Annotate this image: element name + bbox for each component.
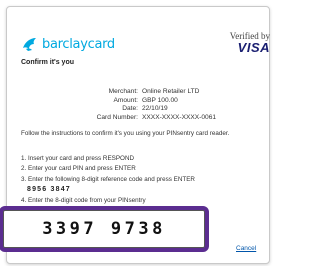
detail-value: 22/10/19 bbox=[142, 105, 168, 113]
detail-label: Date: bbox=[122, 105, 138, 113]
transaction-details: Merchant: Online Retailer LTD Amount: GB… bbox=[21, 88, 261, 123]
code-input-value: 3397 9738 bbox=[42, 219, 166, 239]
page-title: Confirm it's you bbox=[21, 59, 74, 66]
detail-label: Card Number: bbox=[96, 114, 138, 122]
detail-value: XXXX-XXXX-XXXX-0061 bbox=[142, 114, 217, 122]
reference-code: 8956 3847 bbox=[27, 186, 71, 194]
detail-row-merchant: Merchant: Online Retailer LTD bbox=[21, 88, 261, 97]
verified-by-visa-logo: Verified by VISA bbox=[200, 31, 270, 54]
detail-row-card-number: Card Number: XXXX-XXXX-XXXX-0061 bbox=[21, 114, 261, 123]
steps-list: 1. Insert your card and press RESPOND 2.… bbox=[21, 154, 259, 206]
cancel-link[interactable]: Cancel bbox=[236, 245, 256, 252]
step-item: 3. Enter the following 8-digit reference… bbox=[21, 175, 195, 183]
detail-row-date: Date: 22/10/19 bbox=[21, 105, 261, 114]
step-item: 4. Enter the 8-digit code from your PINs… bbox=[21, 196, 146, 204]
instructions-text: Follow the instructions to confirm it's … bbox=[21, 130, 230, 137]
step-item: 2. Enter your card PIN and press ENTER bbox=[21, 165, 136, 173]
step-item: 1. Insert your card and press RESPOND bbox=[21, 155, 135, 162]
detail-value: GBP 100.00 bbox=[142, 96, 178, 104]
brand-name: barclaycard bbox=[42, 36, 115, 52]
barclaycard-logo: barclaycard bbox=[21, 35, 115, 53]
code-input-field[interactable]: 3397 9738 bbox=[0, 206, 209, 252]
detail-label: Amount: bbox=[113, 96, 138, 104]
eagle-icon bbox=[23, 38, 36, 51]
detail-label: Merchant: bbox=[108, 88, 138, 95]
detail-row-amount: Amount: GBP 100.00 bbox=[21, 97, 261, 106]
detail-value: Online Retailer LTD bbox=[142, 88, 200, 95]
visa-text: VISA bbox=[237, 40, 270, 55]
